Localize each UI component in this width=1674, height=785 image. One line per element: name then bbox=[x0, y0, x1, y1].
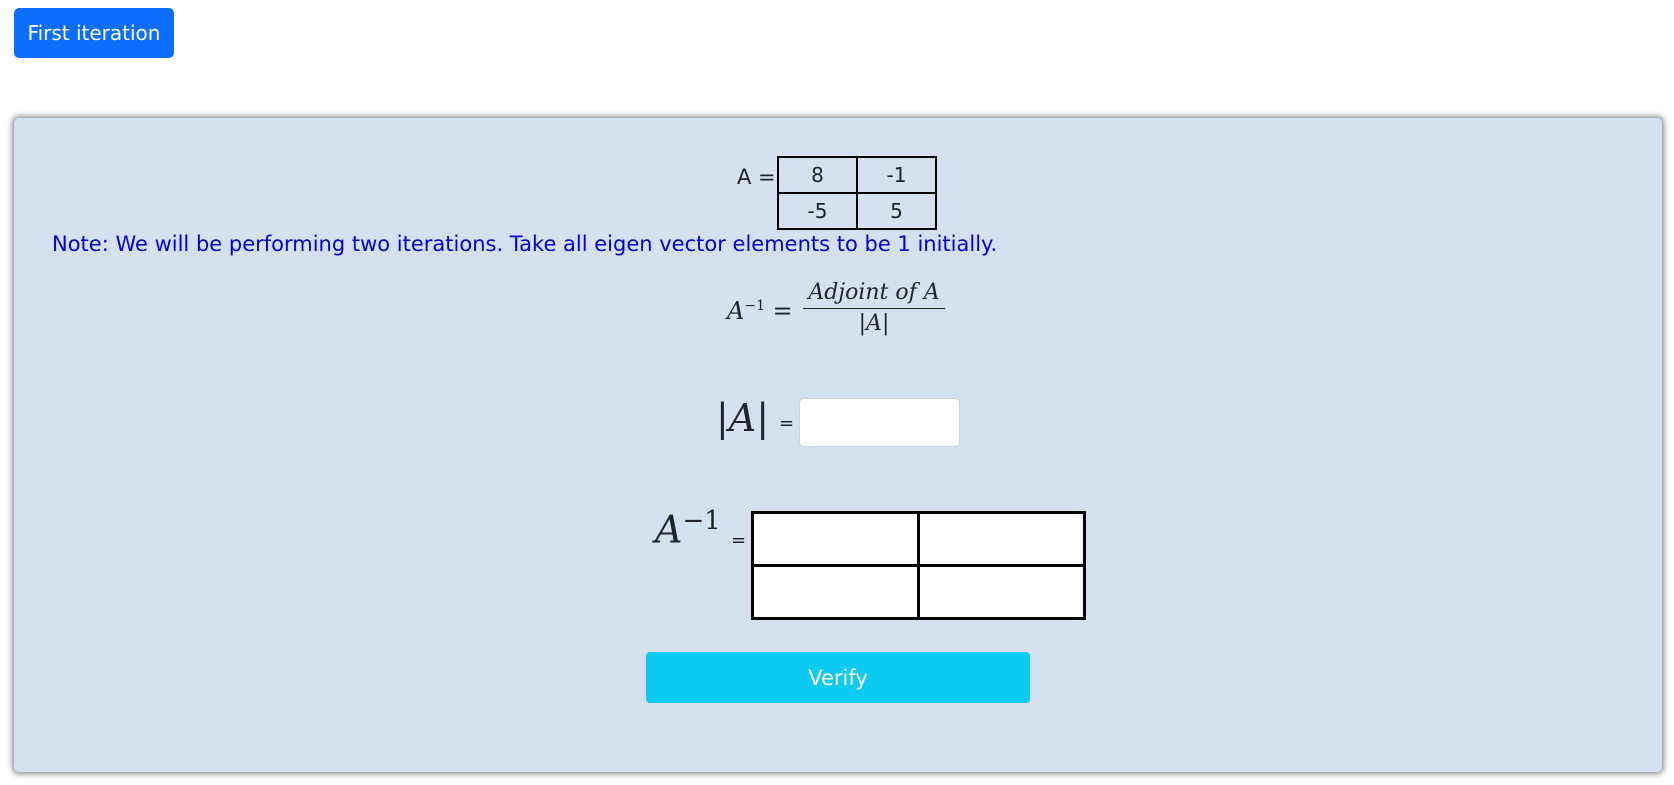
determinant-input[interactable] bbox=[799, 398, 960, 447]
inverse-matrix-table bbox=[751, 511, 1086, 620]
formula-lhs-exponent: −1 bbox=[744, 298, 765, 314]
first-iteration-button[interactable]: First iteration bbox=[14, 8, 174, 58]
matrix-a-table: 8 -1 -5 5 bbox=[777, 156, 937, 230]
inverse-matrix-row bbox=[751, 511, 1086, 567]
inverse-matrix-cell bbox=[917, 564, 1086, 620]
inverse-cell-input[interactable] bbox=[754, 567, 917, 617]
formula-equals: = bbox=[772, 297, 793, 325]
inverse-matrix-cell bbox=[751, 564, 920, 620]
inverse-matrix-cell bbox=[917, 511, 1086, 567]
inverse-label: A−1 bbox=[655, 506, 721, 552]
matrix-a-cell: 5 bbox=[856, 192, 937, 230]
determinant-label: |A| bbox=[716, 396, 770, 440]
instruction-note: Note: We will be performing two iteratio… bbox=[52, 232, 998, 256]
verify-button[interactable]: Verify bbox=[646, 652, 1030, 703]
inverse-equals: = bbox=[731, 530, 747, 551]
matrix-a-row: 8 -1 bbox=[777, 156, 937, 194]
matrix-a-cell: -5 bbox=[777, 192, 858, 230]
matrix-a-cell: 8 bbox=[777, 156, 858, 194]
inverse-label-exponent: −1 bbox=[682, 506, 721, 536]
matrix-a-cell: -1 bbox=[856, 156, 937, 194]
matrix-a-label: A = bbox=[737, 165, 776, 189]
formula-fraction: Adjoint of A |A| bbox=[803, 280, 945, 336]
determinant-equals: = bbox=[779, 413, 795, 434]
inverse-label-base: A bbox=[655, 507, 683, 552]
formula-lhs: A−1 = bbox=[727, 297, 793, 325]
formula-denominator: |A| bbox=[858, 311, 890, 336]
inverse-cell-input[interactable] bbox=[920, 514, 1083, 564]
inverse-cell-input[interactable] bbox=[920, 567, 1083, 617]
inverse-matrix-cell bbox=[751, 511, 920, 567]
formula-numerator: Adjoint of A bbox=[803, 280, 945, 309]
inverse-matrix-row bbox=[751, 564, 1086, 620]
matrix-a-row: -5 5 bbox=[777, 192, 937, 230]
formula-lhs-base: A bbox=[727, 297, 745, 325]
inverse-cell-input[interactable] bbox=[754, 514, 917, 564]
